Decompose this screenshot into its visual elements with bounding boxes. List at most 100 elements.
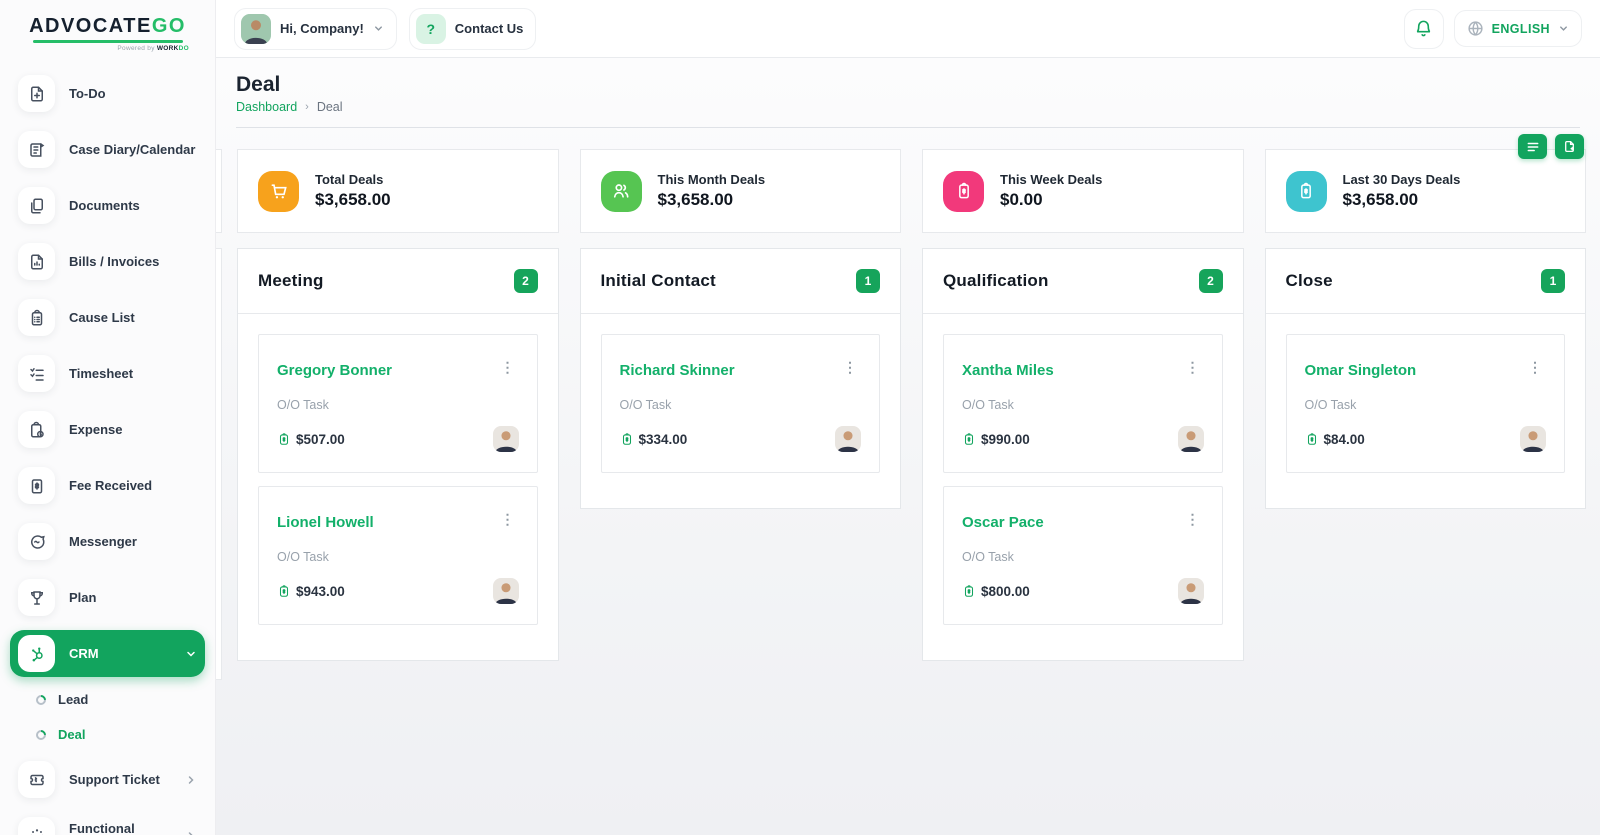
sidebar-subitem-deal[interactable]: Deal [10, 721, 205, 748]
checklist-icon [18, 355, 55, 392]
sidebar-item-messenger[interactable]: Messenger [10, 518, 205, 565]
deal-amount: $943.00 [296, 584, 345, 599]
chevron-down-icon [185, 648, 197, 660]
breadcrumb-dashboard-link[interactable]: Dashboard [236, 100, 297, 114]
ticket-icon [18, 761, 55, 798]
stat-value: $3,658.00 [1343, 190, 1461, 210]
sidebar-item-support-ticket[interactable]: Support Ticket [10, 756, 205, 803]
invoice-icon [18, 243, 55, 280]
assignee-avatar[interactable] [835, 426, 861, 452]
deal-card[interactable]: Xantha Miles ⋮ O/O Task $990.00 [943, 334, 1223, 473]
deal-card[interactable]: Lionel Howell ⋮ O/O Task $943.00 [258, 486, 538, 625]
deal-name-link[interactable]: Xantha Miles [962, 362, 1054, 379]
stat-label: This Month Deals [658, 172, 766, 187]
assignee-avatar[interactable] [493, 426, 519, 452]
user-avatar [241, 14, 271, 44]
diary-icon [18, 131, 55, 168]
column-count-badge: 1 [1541, 269, 1565, 293]
assignee-avatar[interactable] [1178, 578, 1204, 604]
page-header: Deal Dashboard › Deal [216, 58, 1600, 128]
kebab-menu-icon[interactable]: ⋮ [1182, 362, 1204, 372]
sidebar-item-cause-list[interactable]: Cause List [10, 294, 205, 341]
column-title: Close [1286, 271, 1333, 291]
trophy-icon [18, 579, 55, 616]
user-menu-button[interactable]: Hi, Company! [234, 8, 397, 50]
deal-task-label: O/O Task [277, 550, 519, 564]
kebab-menu-icon[interactable]: ⋮ [497, 362, 519, 372]
deal-amount: $800.00 [981, 584, 1030, 599]
bullet-icon [34, 692, 48, 706]
clipboard-icon [18, 299, 55, 336]
breadcrumb-separator: › [305, 101, 309, 113]
sidebar-item-label: Expense [69, 422, 122, 437]
clipboard-dollar-icon [1286, 171, 1327, 212]
assignee-avatar[interactable] [1520, 426, 1546, 452]
header-divider [236, 127, 1580, 128]
deal-name-link[interactable]: Oscar Pace [962, 514, 1044, 531]
stat-card-week-deals: This Week Deals $0.00 [922, 149, 1244, 233]
sidebar-item-plan[interactable]: Plan [10, 574, 205, 621]
sidebar-item-timesheet[interactable]: Timesheet [10, 350, 205, 397]
app-window: ADVOCATEGO Powered by WORKDO To-Do Case … [0, 0, 1600, 835]
deal-name-link[interactable]: Lionel Howell [277, 514, 374, 531]
sidebar-item-expense[interactable]: Expense [10, 406, 205, 453]
deal-name-link[interactable]: Omar Singleton [1305, 362, 1417, 379]
deal-card[interactable]: Omar Singleton ⋮ O/O Task $84.00 [1286, 334, 1566, 473]
sidebar-item-label: Support Ticket [69, 772, 160, 787]
breadcrumb-current: Deal [317, 100, 343, 114]
language-label: ENGLISH [1492, 22, 1550, 36]
sidebar-item-documents[interactable]: Documents [10, 182, 205, 229]
sidebar-item-label: Bills / Invoices [69, 254, 159, 269]
list-view-button[interactable] [1518, 134, 1547, 159]
sidebar-item-bills[interactable]: Bills / Invoices [10, 238, 205, 285]
column-body: Gregory Bonner ⋮ O/O Task $507.00 [238, 314, 558, 660]
chevron-right-icon [185, 830, 197, 835]
column-body: Xantha Miles ⋮ O/O Task $990.00 [923, 314, 1243, 660]
cart-icon [258, 171, 299, 212]
brand-logo[interactable]: ADVOCATEGO Powered by WORKDO [0, 0, 215, 58]
content: Deal Dashboard › Deal [216, 58, 1600, 835]
deal-card[interactable]: Oscar Pace ⋮ O/O Task $800.00 [943, 486, 1223, 625]
deal-card[interactable]: Gregory Bonner ⋮ O/O Task $507.00 [258, 334, 538, 473]
sidebar-item-todo[interactable]: To-Do [10, 70, 205, 117]
money-icon [620, 432, 634, 446]
kebab-menu-icon[interactable]: ⋮ [1182, 514, 1204, 524]
kebab-menu-icon[interactable]: ⋮ [497, 514, 519, 524]
sidebar-item-crm[interactable]: CRM [10, 630, 205, 677]
deal-amount: $507.00 [296, 432, 345, 447]
clipboard-clock-icon [18, 411, 55, 448]
sidebar-item-case-diary[interactable]: Case Diary/Calendar [10, 126, 205, 173]
language-selector[interactable]: ENGLISH [1454, 10, 1582, 47]
sidebar: ADVOCATEGO Powered by WORKDO To-Do Case … [0, 0, 216, 835]
assignee-avatar[interactable] [1178, 426, 1204, 452]
add-deal-button[interactable] [1555, 134, 1584, 159]
notifications-button[interactable] [1404, 9, 1444, 49]
column-header: Qualification 2 [923, 249, 1243, 314]
deal-name-link[interactable]: Gregory Bonner [277, 362, 392, 379]
chevron-right-icon [185, 774, 197, 786]
contact-us-button[interactable]: ? Contact Us [409, 8, 537, 50]
stat-value: $3,658.00 [315, 190, 391, 210]
kebab-menu-icon[interactable]: ⋮ [1524, 362, 1546, 372]
column-count-badge: 2 [1199, 269, 1223, 293]
stat-value: $3,658.00 [658, 190, 766, 210]
deal-name-link[interactable]: Richard Skinner [620, 362, 735, 379]
money-icon [277, 432, 291, 446]
sidebar-subitem-lead[interactable]: Lead [10, 686, 205, 713]
greeting-label: Hi, Company! [280, 21, 364, 36]
column-title: Initial Contact [601, 271, 716, 291]
sidebar-item-label: Fee Received [69, 478, 152, 493]
sidebar-item-functional-setup[interactable]: Functional Setup [10, 812, 205, 835]
kebab-menu-icon[interactable]: ⋮ [839, 362, 861, 372]
deal-card[interactable]: Richard Skinner ⋮ O/O Task $334.00 [601, 334, 881, 473]
scroll-peek-card [216, 149, 222, 233]
powered-by-label: Powered by WORKDO [117, 45, 189, 52]
deal-task-label: O/O Task [277, 398, 519, 412]
assignee-avatar[interactable] [493, 578, 519, 604]
sidebar-item-fee-received[interactable]: Fee Received [10, 462, 205, 509]
stat-card-total-deals: Total Deals $3,658.00 [237, 149, 559, 233]
sidebar-subitem-label: Lead [58, 692, 88, 707]
sidebar-nav: To-Do Case Diary/Calendar Documents Bill… [0, 58, 215, 835]
kanban-board: Meeting 2 Gregory Bonner ⋮ O/O Task [216, 248, 1600, 835]
sidebar-item-label: Timesheet [69, 366, 133, 381]
